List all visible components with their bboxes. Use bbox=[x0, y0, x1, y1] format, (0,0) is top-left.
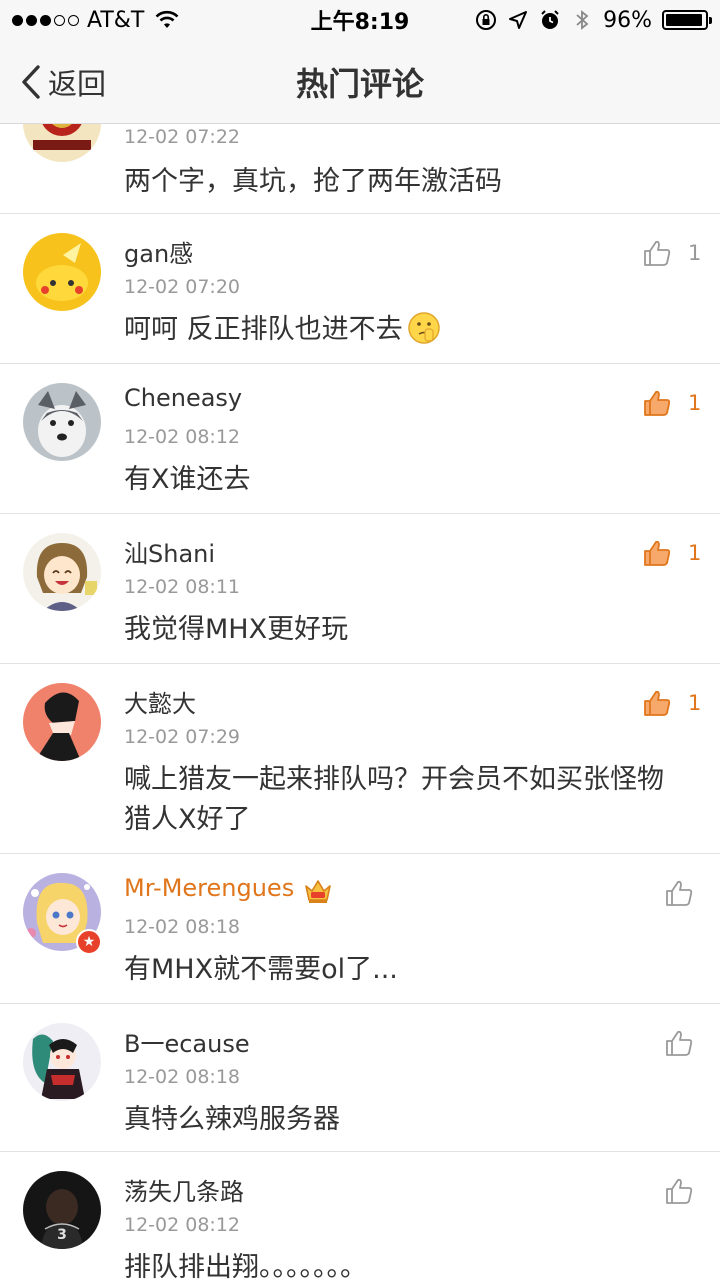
like-button[interactable]: 1 bbox=[642, 538, 701, 568]
comment-time: 12-02 07:20 bbox=[124, 276, 241, 298]
avatar[interactable] bbox=[23, 383, 101, 461]
carrier-label: AT&T bbox=[87, 7, 145, 33]
navigation-bar: 返回 热门评论 bbox=[0, 40, 720, 124]
comment-item: ★ Mr-Merengues 12-02 08:18 有MHX就不需要ol了..… bbox=[0, 854, 720, 1004]
comment-item: 汕Shani 12-02 08:11 我觉得MHX更好玩 1 bbox=[0, 514, 720, 664]
battery-percentage: 96% bbox=[603, 7, 652, 33]
comment-time: 12-02 07:22 bbox=[124, 126, 241, 148]
like-count: 1 bbox=[688, 541, 702, 565]
status-bar: AT&T 上午8:19 96% bbox=[0, 0, 720, 40]
svg-text:3: 3 bbox=[57, 1227, 67, 1243]
avatar[interactable]: 3 bbox=[23, 1171, 101, 1249]
orientation-lock-icon bbox=[476, 10, 497, 30]
location-arrow-icon bbox=[509, 11, 528, 29]
avatar[interactable] bbox=[23, 1023, 101, 1101]
comment-author[interactable]: 大懿大 bbox=[124, 684, 196, 719]
chevron-left-icon bbox=[22, 64, 40, 99]
alarm-clock-icon bbox=[541, 10, 559, 29]
comment-item: 大懿大 12-02 07:29 喊上猎友一起来排队吗？开会员不如买张怪物猎人X好… bbox=[0, 664, 720, 854]
comment-item: B一ecause 12-02 08:18 真特么辣鸡服务器 bbox=[0, 1004, 720, 1152]
like-button[interactable] bbox=[664, 1028, 694, 1058]
vip-crown-icon bbox=[305, 880, 331, 903]
like-button[interactable]: 1 bbox=[642, 388, 701, 418]
like-count: 1 bbox=[688, 241, 702, 265]
like-count: 1 bbox=[688, 691, 702, 715]
thumbs-up-icon bbox=[666, 1030, 693, 1056]
thumbs-up-filled-icon bbox=[644, 690, 671, 716]
comment-text-content: 呵呵 反正排队也进不去 bbox=[124, 314, 403, 345]
comment-text: 排队排出翔。。。。。。。 bbox=[124, 1252, 367, 1281]
like-button[interactable] bbox=[664, 878, 694, 908]
comment-time: 12-02 08:11 bbox=[124, 576, 241, 598]
comment-item: gan感 12-02 07:20 呵呵 反正排队也进不去 1 bbox=[0, 214, 720, 364]
comment-time: 12-02 08:12 bbox=[124, 426, 241, 448]
back-label: 返回 bbox=[48, 66, 107, 101]
comment-author[interactable]: Mr-Merengues bbox=[124, 874, 294, 902]
thumbs-up-filled-icon bbox=[644, 390, 671, 416]
thumbs-up-icon bbox=[644, 240, 671, 266]
wifi-icon bbox=[155, 10, 179, 28]
battery-icon bbox=[662, 10, 712, 30]
like-button[interactable]: 1 bbox=[642, 688, 701, 718]
like-count: 1 bbox=[688, 391, 702, 415]
comment-author[interactable]: Cheneasy bbox=[124, 384, 242, 412]
comment-list: 12-02 07:22 两个字，真坑，抢了两年激活码 gan感 12-02 07… bbox=[0, 84, 720, 1281]
comment-item: 3 荡失几条路 12-02 08:12 排队排出翔。。。。。。。 bbox=[0, 1152, 720, 1281]
comment-author[interactable]: 荡失几条路 bbox=[124, 1172, 244, 1207]
comment-text: 我觉得MHX更好玩 bbox=[124, 614, 349, 645]
comment-text: 呵呵 反正排队也进不去 bbox=[124, 310, 684, 350]
comment-time: 12-02 08:18 bbox=[124, 916, 241, 938]
comment-text: 两个字，真坑，抢了两年激活码 bbox=[124, 166, 502, 197]
avatar[interactable] bbox=[23, 683, 101, 761]
comment-author[interactable]: B一ecause bbox=[124, 1024, 250, 1059]
like-button[interactable]: 1 bbox=[642, 238, 701, 268]
back-button[interactable]: 返回 bbox=[0, 61, 106, 103]
comment-item: Cheneasy 12-02 08:12 有X谁还去 1 bbox=[0, 364, 720, 514]
comment-text: 真特么辣鸡服务器 bbox=[124, 1104, 340, 1135]
comment-time: 12-02 08:12 bbox=[124, 1214, 241, 1236]
thinking-emoji-icon bbox=[407, 312, 440, 344]
avatar[interactable] bbox=[23, 233, 101, 311]
comment-text: 喊上猎友一起来排队吗？开会员不如买张怪物猎人X好了 bbox=[124, 764, 664, 835]
like-button[interactable] bbox=[664, 1176, 694, 1206]
comment-time: 12-02 08:18 bbox=[124, 1066, 241, 1088]
comment-text: 有X谁还去 bbox=[124, 464, 251, 495]
avatar[interactable] bbox=[23, 533, 101, 611]
comment-time: 12-02 07:29 bbox=[124, 726, 241, 748]
bluetooth-icon bbox=[576, 10, 589, 30]
page-title: 热门评论 bbox=[295, 64, 424, 103]
comment-text: 有MHX就不需要ol了... bbox=[124, 954, 398, 985]
thumbs-up-icon bbox=[666, 1178, 693, 1204]
verified-badge-icon: ★ bbox=[76, 929, 102, 955]
comment-author[interactable]: gan感 bbox=[124, 234, 193, 269]
thumbs-up-filled-icon bbox=[644, 540, 671, 566]
thumbs-up-icon bbox=[666, 880, 693, 906]
signal-strength-icon bbox=[12, 14, 79, 26]
comment-author[interactable]: 汕Shani bbox=[124, 534, 215, 569]
